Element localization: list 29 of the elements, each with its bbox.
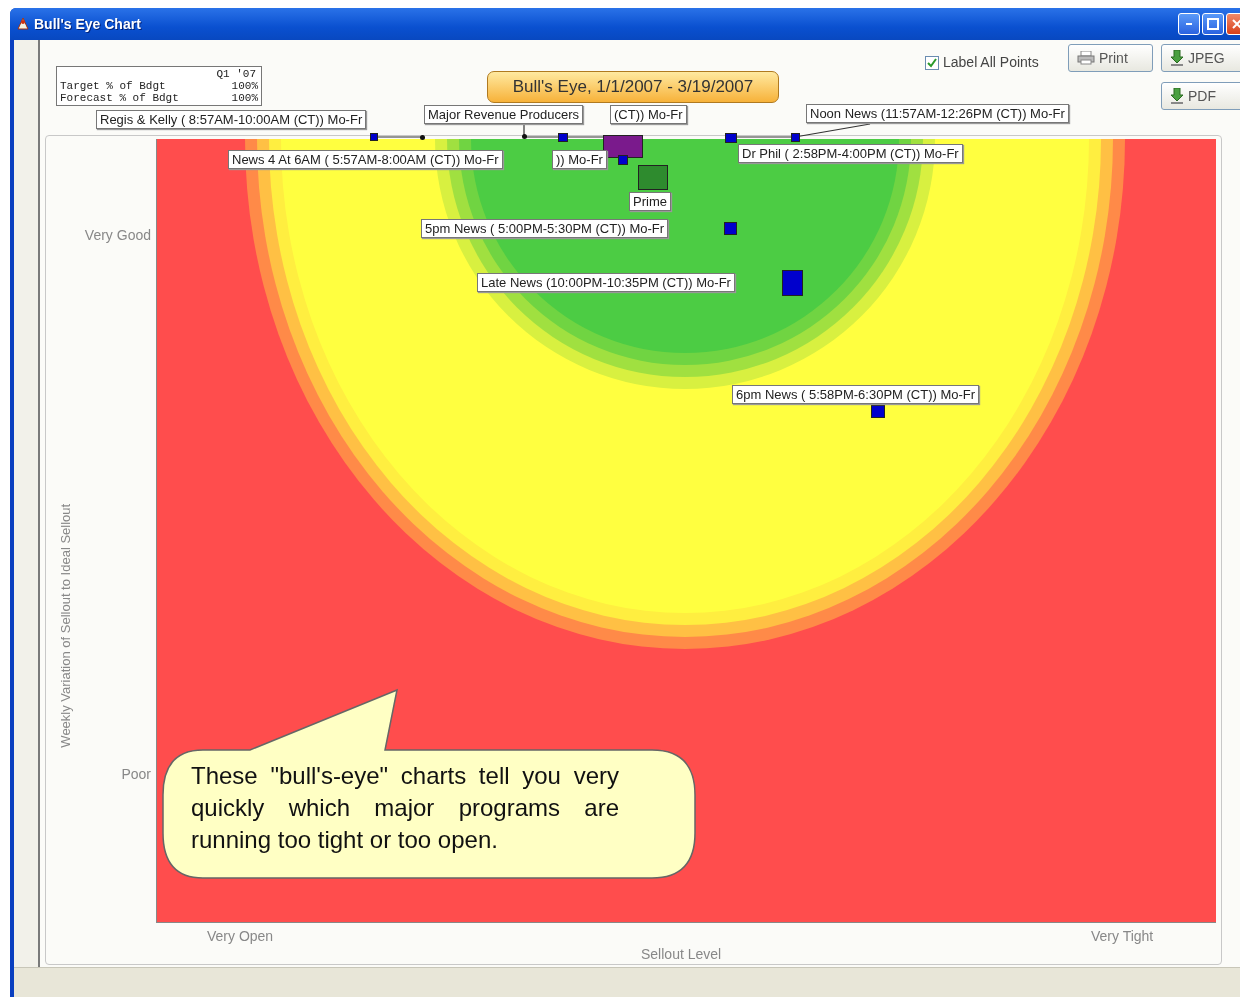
print-button[interactable]: Print	[1068, 44, 1153, 72]
axis-title: Sellout Level	[641, 945, 722, 964]
point-label: 5pm News ( 5:00PM-5:30PM (CT)) Mo-Fr	[421, 219, 669, 238]
point-label: Prime	[629, 192, 671, 211]
point-label: Regis & Kelly ( 8:57AM-10:00AM (CT)) Mo-Fr	[96, 110, 367, 129]
export-button[interactable]: PDF	[1161, 82, 1240, 110]
window-title: Bull's Eye Chart	[34, 14, 141, 34]
summary-value: 100%	[231, 80, 258, 92]
summary-header: Q1 '07	[215, 68, 257, 80]
summary-value: 100%	[231, 92, 258, 104]
checkbox-label: Label All Points	[943, 53, 1039, 72]
point-label: Dr Phil ( 2:58PM-4:00PM (CT)) Mo-Fr	[738, 144, 963, 163]
point-label: News 4 At 6AM ( 5:57AM-8:00AM (CT)) Mo-Fr	[228, 150, 503, 169]
callout-text: These "bull's-eye" charts tell you very quickly which major programs are running too tight or too open.	[191, 761, 619, 855]
axis-label: Poor	[121, 765, 151, 784]
export-button[interactable]: JPEG	[1161, 44, 1240, 72]
point-label: 6pm News ( 5:58PM-6:30PM (CT)) Mo-Fr	[732, 385, 980, 404]
axis-title: Weekly Variation of Sellout to Ideal Sellout	[57, 502, 75, 750]
point-label: (CT)) Mo-Fr	[610, 105, 687, 124]
point-label: )) Mo-Fr	[552, 150, 607, 169]
axis-label: Very Tight	[1091, 927, 1154, 946]
chart-title: Bull's Eye, 1/1/2007 - 3/19/2007	[487, 71, 779, 103]
point-label: Noon News (11:57AM-12:26PM (CT)) Mo-Fr	[806, 104, 1069, 123]
axis-label: Very Good	[84, 226, 151, 245]
point-label: Major Revenue Producers	[424, 105, 584, 124]
point-label: Late News (10:00PM-10:35PM (CT)) Mo-Fr	[477, 273, 735, 292]
summary-label: Forecast % of Bdgt	[60, 92, 179, 104]
summary-label: Target % of Bdgt	[60, 80, 166, 92]
axis-label: Very Open	[207, 927, 274, 946]
